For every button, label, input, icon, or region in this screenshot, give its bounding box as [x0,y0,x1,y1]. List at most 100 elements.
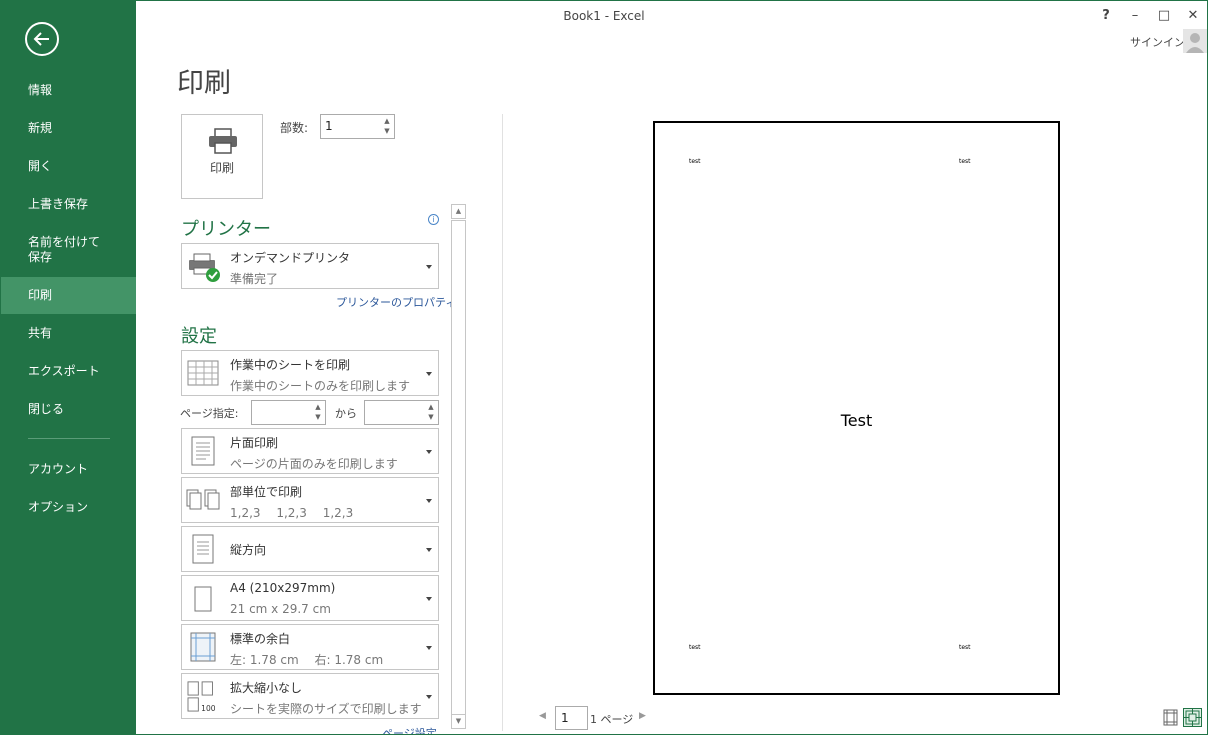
zoom-to-page-icon[interactable] [1183,708,1202,727]
sidebar-divider [28,438,110,439]
sidebar-item-new[interactable]: 新規 [1,121,136,137]
spin-down-icon[interactable]: ▼ [382,127,392,135]
printer-status: 準備完了 [230,272,279,286]
copies-label: 部数: [280,121,309,135]
sidebar-item-export[interactable]: エクスポート [1,364,136,380]
previous-page-icon[interactable]: ◀ [539,711,546,721]
footer-left-text: test [689,644,701,651]
print-what-dropdown[interactable]: 作業中のシートを印刷 作業中のシートのみを印刷します [181,350,439,396]
sides-sub: ページの片面のみを印刷します [230,457,398,471]
page-from-input[interactable]: ▲ ▼ [251,400,326,425]
page-title: 印刷 [177,68,231,99]
settings-heading: 設定 [181,326,217,347]
sidebar-item-options[interactable]: オプション [1,500,136,516]
maximize-button[interactable]: □ [1154,7,1174,25]
spin-up-icon[interactable]: ▲ [313,403,323,411]
page-to-input[interactable]: ▲ ▼ [364,400,439,425]
sheet-grid-icon [187,360,219,386]
header-right-text: test [959,158,971,165]
margins-icon [190,632,216,662]
printer-properties-link[interactable]: プリンターのプロパティ [336,294,456,310]
info-icon[interactable]: i [428,214,439,225]
printer-name: オンデマンドプリンタ [230,251,351,265]
chevron-down-icon [426,695,432,699]
avatar[interactable] [1183,29,1207,53]
excel-window: 情報 新規 開く 上書き保存 名前を付けて保存 印刷 共有 エクスポート 閉じる… [0,0,1208,735]
chevron-down-icon [426,450,432,454]
preview-body-text: Test [840,411,873,430]
total-pages-label: 1 ページ [590,713,634,726]
spin-up-icon[interactable]: ▲ [426,403,436,411]
sidebar-item-print[interactable]: 印刷 [1,277,136,314]
scroll-up-icon[interactable]: ▲ [451,204,466,219]
chevron-down-icon [426,265,432,269]
collate-sub: 1,2,3 1,2,3 1,2,3 [230,506,354,520]
sidebar-item-info[interactable]: 情報 [1,83,136,99]
paper-icon [194,586,212,612]
print-what-main: 作業中のシートを印刷 [230,358,351,372]
spin-down-icon[interactable]: ▼ [426,413,436,421]
page-setup-link[interactable]: ページ設定 [382,725,442,734]
back-arrow-icon[interactable] [25,22,59,56]
scroll-down-icon[interactable]: ▼ [451,714,466,729]
sides-main: 片面印刷 [230,436,279,450]
portrait-icon [192,534,214,564]
paper-main: A4 (210x297mm) [230,581,336,595]
orientation-main: 縦方向 [230,543,267,557]
sidebar-item-save-as[interactable]: 名前を付けて保存 [1,235,101,265]
help-icon[interactable]: ? [1096,7,1116,25]
sidebar-item-share[interactable]: 共有 [1,326,136,342]
copies-value: 1 [325,119,333,133]
chevron-down-icon [426,548,432,552]
spin-down-icon[interactable]: ▼ [313,413,323,421]
spin-up-icon[interactable]: ▲ [382,117,392,125]
panel-divider [502,114,503,731]
current-page-input[interactable]: 1 [555,706,588,730]
sides-dropdown[interactable]: 片面印刷 ページの片面のみを印刷します [181,428,439,474]
print-preview-page: test test Test test test [653,121,1060,695]
sidebar-item-account[interactable]: アカウント [1,462,136,478]
pages-label: ページ指定: [180,407,239,420]
copies-input[interactable]: 1 ▲ ▼ [320,114,395,139]
settings-scrollbar[interactable]: ▲ ▼ [450,204,467,729]
sidebar-item-open[interactable]: 開く [1,159,136,175]
svg-text:100: 100 [201,704,216,712]
collate-icon [186,489,220,510]
header-left-text: test [689,158,701,165]
printer-ready-icon [189,253,220,282]
paper-size-dropdown[interactable]: A4 (210x297mm) 21 cm x 29.7 cm [181,575,439,621]
chevron-down-icon [426,499,432,503]
margins-sub: 左: 1.78 cm 右: 1.78 cm [230,653,384,667]
margins-dropdown[interactable]: 標準の余白 左: 1.78 cm 右: 1.78 cm [181,624,439,670]
close-button[interactable]: ✕ [1183,7,1203,25]
printer-dropdown[interactable]: オンデマンドプリンタ 準備完了 [181,243,439,289]
one-sided-icon [191,436,215,466]
chevron-down-icon [426,646,432,650]
scroll-thumb[interactable] [451,220,466,715]
sidebar-item-save[interactable]: 上書き保存 [1,197,136,213]
footer-right-text: test [959,644,971,651]
next-page-icon[interactable]: ▶ [639,711,646,721]
collate-main: 部単位で印刷 [230,485,303,499]
chevron-down-icon [426,597,432,601]
print-button[interactable]: 印刷 [181,114,263,199]
scaling-dropdown[interactable]: 100 拡大縮小なし シートを実際のサイズで印刷します [181,673,439,719]
margins-main: 標準の余白 [230,632,291,646]
scaling-main: 拡大縮小なし [230,681,303,695]
to-label: から [335,407,357,420]
window-title: Book1 - Excel [563,9,645,23]
printer-heading: プリンター [181,219,271,240]
printer-icon [209,128,237,154]
print-button-label: 印刷 [209,161,234,175]
paper-sub: 21 cm x 29.7 cm [230,602,331,616]
print-what-sub: 作業中のシートのみを印刷します [230,379,411,393]
orientation-dropdown[interactable]: 縦方向 [181,526,439,572]
sidebar-item-close[interactable]: 閉じる [1,402,136,418]
collate-dropdown[interactable]: 部単位で印刷 1,2,3 1,2,3 1,2,3 [181,477,439,523]
minimize-button[interactable]: – [1125,7,1145,25]
signin-link[interactable]: サインイン [1130,34,1185,50]
show-margins-icon[interactable] [1161,708,1180,727]
chevron-down-icon [426,372,432,376]
no-scaling-icon: 100 [187,681,216,712]
backstage-sidebar: 情報 新規 開く 上書き保存 名前を付けて保存 印刷 共有 エクスポート 閉じる… [1,1,136,734]
